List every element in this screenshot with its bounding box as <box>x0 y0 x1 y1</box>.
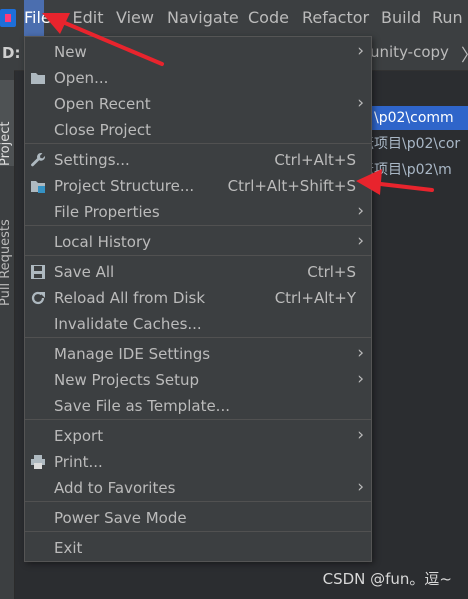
submenu-chevron-icon: › <box>357 343 364 363</box>
menu-item-file-properties[interactable]: File Properties › <box>25 199 371 225</box>
menu-item-shortcut: Ctrl+Alt+Y <box>274 289 356 307</box>
menu-build[interactable]: Build <box>381 0 421 36</box>
pull-requests-tool-tab[interactable]: Pull Requests <box>0 176 14 306</box>
printer-icon <box>30 454 46 470</box>
menu-item-settings[interactable]: Settings... Ctrl+Alt+S <box>25 147 371 173</box>
wrench-icon <box>30 152 46 168</box>
breadcrumb[interactable]: unity-copy <box>370 43 449 61</box>
menu-item-label: Open Recent <box>54 95 151 113</box>
menu-item-manage-ide-settings[interactable]: Manage IDE Settings › <box>25 341 371 367</box>
menu-item-label: Settings... <box>54 151 130 169</box>
menu-item-close-project[interactable]: Close Project <box>25 117 371 143</box>
menu-item-label: New Projects Setup <box>54 371 200 389</box>
menu-item-local-history[interactable]: Local History › <box>25 229 371 255</box>
menu-refactor[interactable]: Refactor <box>302 0 369 36</box>
menu-item-label: File Properties <box>54 203 160 221</box>
menu-separator <box>25 419 371 420</box>
menu-item-label: Close Project <box>54 121 151 139</box>
submenu-chevron-icon: › <box>357 477 364 497</box>
menu-item-export[interactable]: Export › <box>25 423 371 449</box>
submenu-chevron-icon: › <box>357 425 364 445</box>
menu-item-open[interactable]: Open... <box>25 65 371 91</box>
menu-item-new-projects-setup[interactable]: New Projects Setup › <box>25 367 371 393</box>
menu-item-label: New <box>54 43 87 61</box>
menu-view[interactable]: View <box>116 0 154 36</box>
menu-separator <box>25 531 371 532</box>
menu-item-print[interactable]: Print... <box>25 449 371 475</box>
breadcrumb-chevron-icon: 〉 <box>461 41 468 66</box>
menu-item-new[interactable]: New › <box>25 39 371 65</box>
menu-separator <box>25 255 371 256</box>
menu-code[interactable]: Code <box>248 0 289 36</box>
project-structure-icon <box>30 178 46 194</box>
menu-item-label: Power Save Mode <box>54 509 187 527</box>
drive-label: D: <box>2 44 21 62</box>
menu-item-label: Print... <box>54 453 103 471</box>
menu-item-invalidate-caches[interactable]: Invalidate Caches... <box>25 311 371 337</box>
menu-item-save-all[interactable]: Save All Ctrl+S <box>25 259 371 285</box>
menu-item-shortcut: Ctrl+Alt+Shift+S <box>227 177 356 195</box>
file-menu-dropdown: New › Open... Open Recent › Close Project Sett… <box>24 36 372 562</box>
project-tree-row[interactable]: 坛项目\p02\m <box>360 158 468 182</box>
menu-item-label: Add to Favorites <box>54 479 176 497</box>
menu-item-label: Save File as Template... <box>54 397 230 415</box>
project-tree-row[interactable]: 目\p02\comm <box>360 106 468 130</box>
menu-item-label: Manage IDE Settings <box>54 345 211 363</box>
menu-navigate[interactable]: Navigate <box>167 0 239 36</box>
save-icon <box>30 264 46 280</box>
left-tool-strip: Project Pull Requests <box>0 36 15 599</box>
menu-separator <box>25 337 371 338</box>
menu-file[interactable]: File <box>24 0 51 36</box>
menu-item-save-file-as-template[interactable]: Save File as Template... <box>25 393 371 419</box>
menu-separator <box>25 143 371 144</box>
menu-item-reload-all-from-disk[interactable]: Reload All from Disk Ctrl+Alt+Y <box>25 285 371 311</box>
menu-separator <box>25 501 371 502</box>
submenu-chevron-icon: › <box>357 231 364 251</box>
watermark: CSDN @fun。逗~ <box>322 570 452 588</box>
menu-item-power-save-mode[interactable]: Power Save Mode <box>25 505 371 531</box>
menu-edit[interactable]: Edit <box>72 0 104 36</box>
pull-requests-tab-label: Pull Requests <box>0 219 13 306</box>
submenu-chevron-icon: › <box>357 369 364 389</box>
menu-item-label: Exit <box>54 539 83 557</box>
project-tool-tab[interactable]: Project <box>0 80 14 166</box>
menu-item-label: Reload All from Disk <box>54 289 206 307</box>
menu-bar: File Edit View Navigate Code Refactor Build Run <box>0 0 468 36</box>
menu-item-label: Project Structure... <box>54 177 195 195</box>
submenu-chevron-icon: › <box>357 201 364 221</box>
menu-item-exit[interactable]: Exit <box>25 535 371 561</box>
menu-run[interactable]: Run <box>432 0 463 36</box>
menu-item-label: Export <box>54 427 104 445</box>
project-tree-row[interactable]: 坛项目\p02\cor <box>360 132 468 156</box>
submenu-chevron-icon: › <box>357 41 364 61</box>
menu-item-label: Local History <box>54 233 152 251</box>
reload-icon <box>30 290 46 306</box>
menu-item-label: Invalidate Caches... <box>54 315 202 333</box>
menu-item-open-recent[interactable]: Open Recent › <box>25 91 371 117</box>
submenu-chevron-icon: › <box>357 93 364 113</box>
menu-item-label: Save All <box>54 263 115 281</box>
menu-item-shortcut: Ctrl+Alt+S <box>274 151 356 169</box>
menu-item-shortcut: Ctrl+S <box>307 263 356 281</box>
menu-item-label: Open... <box>54 69 109 87</box>
menu-separator <box>25 225 371 226</box>
app-logo-icon <box>0 9 16 27</box>
menu-item-add-to-favorites[interactable]: Add to Favorites › <box>25 475 371 501</box>
folder-icon <box>30 70 46 86</box>
menu-item-project-structure[interactable]: Project Structure... Ctrl+Alt+Shift+S <box>25 173 371 199</box>
project-tool-tab-label: Project <box>0 121 13 166</box>
